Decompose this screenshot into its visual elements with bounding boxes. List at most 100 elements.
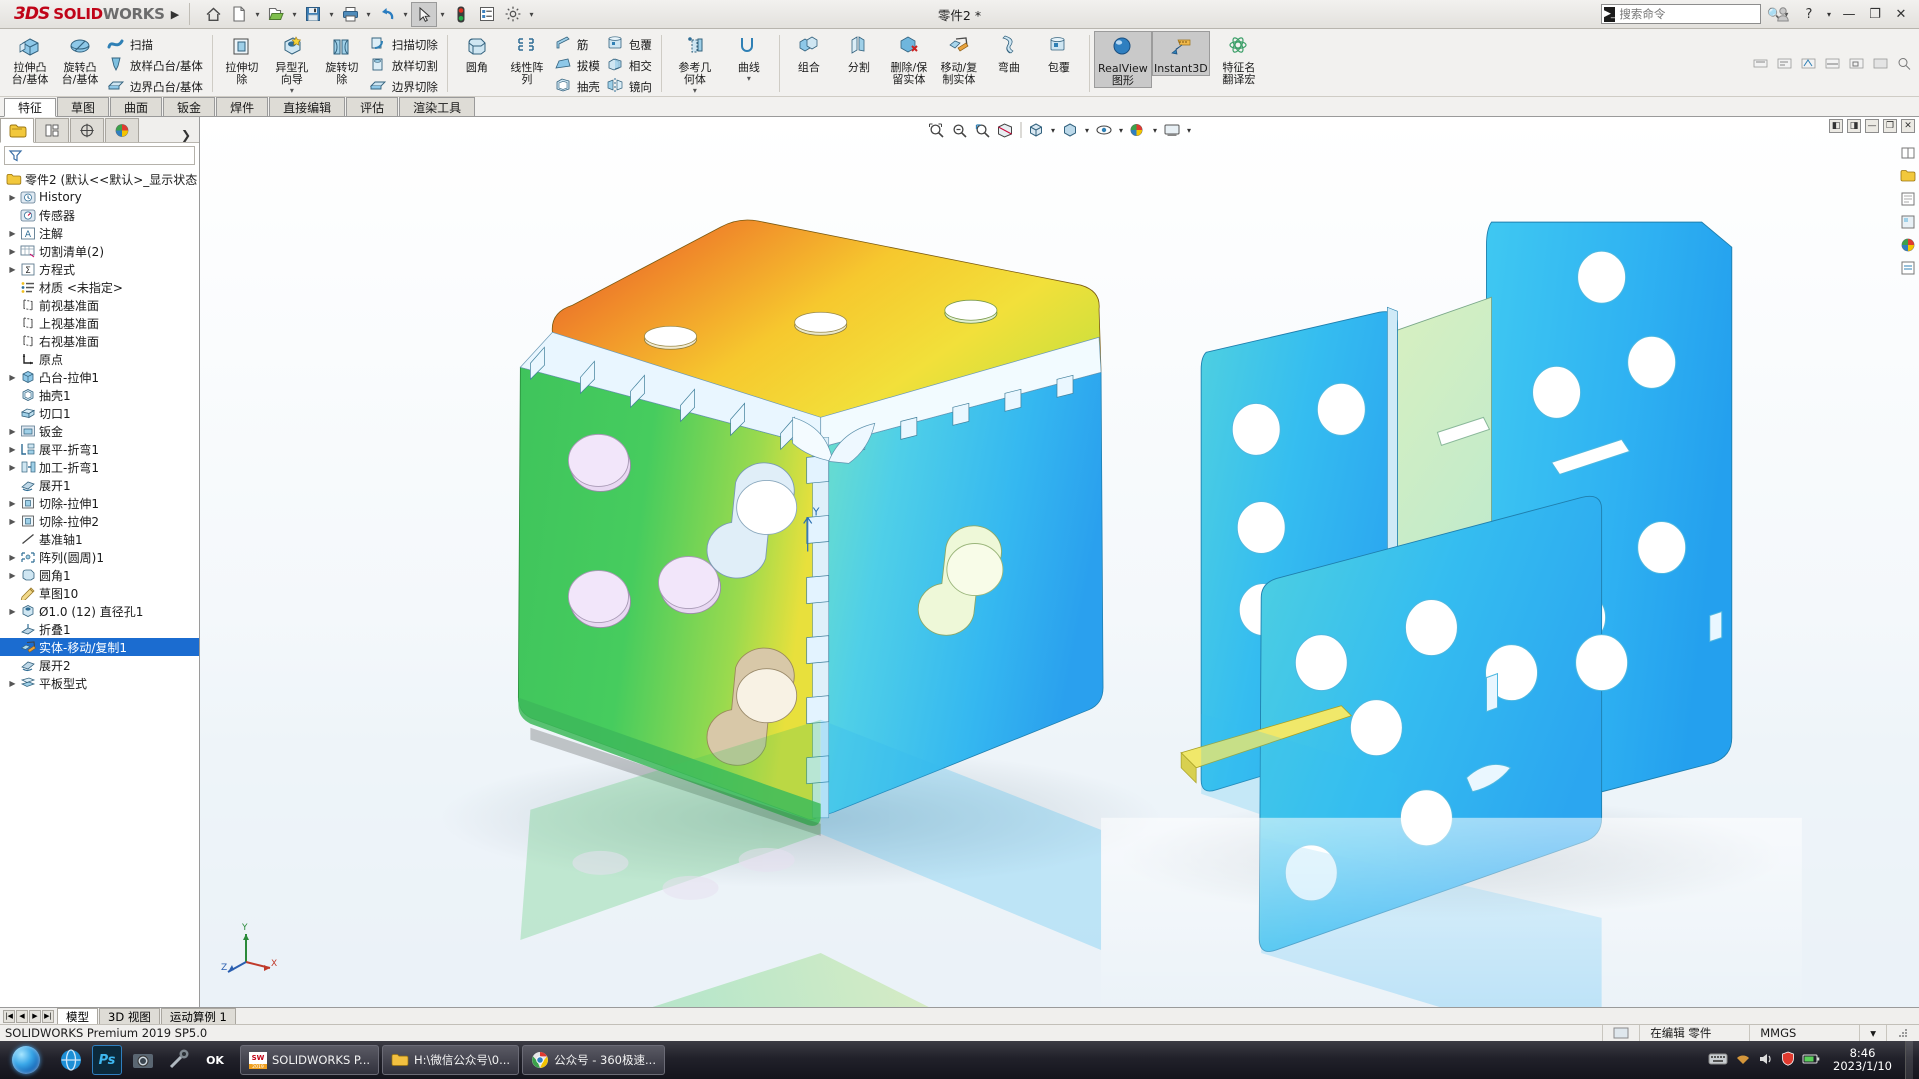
draft-button[interactable]: 拔模 xyxy=(552,55,604,76)
tree-root[interactable]: 零件2 (默认<<默认>_显示状态 1>) xyxy=(0,170,199,188)
tree-item-21[interactable]: ▶ 圆角1 xyxy=(0,566,199,584)
tree-item-11[interactable]: 抽壳1 xyxy=(0,386,199,404)
tab-first-icon[interactable]: |◀ xyxy=(3,1009,15,1023)
apply-scene-icon[interactable] xyxy=(1161,120,1183,141)
feature-manager-tab[interactable] xyxy=(0,118,34,143)
boundary-cut-button[interactable]: 边界切除 xyxy=(367,76,442,97)
tab-sketch[interactable]: 草图 xyxy=(57,97,110,116)
file-explorer-icon[interactable] xyxy=(1898,189,1918,209)
status-resize-grip[interactable] xyxy=(1886,1024,1919,1042)
sweep-button[interactable]: 扫描 xyxy=(105,34,207,55)
gear-icon[interactable] xyxy=(500,2,526,27)
panel-expand-chevron-icon[interactable]: ❯ xyxy=(181,128,199,142)
graphics-area[interactable]: ▾ ▾ ▾ ▾ ▾ ◧ ◨ — ❐ ✕ Y Y X Z xyxy=(200,117,1919,1007)
keyboard-icon[interactable] xyxy=(1708,1052,1728,1069)
network-icon[interactable] xyxy=(1735,1052,1751,1069)
curve-button[interactable]: 曲线 ▾ xyxy=(724,31,774,85)
bottom-tab-model[interactable]: 模型 xyxy=(57,1008,98,1024)
3d-model-viewport[interactable]: Y xyxy=(200,117,1919,1007)
reference-geometry-button[interactable]: 参考几 何体 ▾ xyxy=(666,31,724,97)
photoshop-icon[interactable]: Ps xyxy=(92,1045,122,1075)
fillet-button[interactable]: 圆角 xyxy=(452,31,502,74)
tree-item-19[interactable]: 基准轴1 xyxy=(0,530,199,548)
tool-icon[interactable] xyxy=(164,1045,194,1075)
loft-boss-button[interactable]: 放样凸台/基体 xyxy=(105,55,207,76)
help-icon[interactable]: ? xyxy=(1797,3,1821,25)
search-input[interactable] xyxy=(1619,7,1766,21)
tree-expand-chevron-icon[interactable]: ▶ xyxy=(6,607,19,616)
select-arrow-icon[interactable] xyxy=(411,1,437,27)
split-button[interactable]: 分割 xyxy=(834,31,884,74)
hide-show-caret-icon[interactable]: ▾ xyxy=(1116,126,1126,135)
intersect-button[interactable]: 相交 xyxy=(604,55,656,76)
start-button[interactable] xyxy=(0,1041,52,1079)
tree-item-9[interactable]: 原点 xyxy=(0,350,199,368)
display-style-icon[interactable] xyxy=(1059,120,1081,141)
undo-caret-icon[interactable]: ▾ xyxy=(400,2,411,27)
tree-expand-chevron-icon[interactable]: ▶ xyxy=(6,499,19,508)
tree-expand-chevron-icon[interactable]: ▶ xyxy=(6,193,19,202)
new-document-icon[interactable] xyxy=(226,2,252,27)
show-desktop-button[interactable] xyxy=(1905,1041,1913,1079)
tree-item-27[interactable]: ▶ 平板型式 xyxy=(0,674,199,692)
wrap-button[interactable]: 包覆 xyxy=(604,34,656,55)
tree-item-7[interactable]: 上视基准面 xyxy=(0,314,199,332)
okok-icon[interactable]: OK xyxy=(200,1045,230,1075)
sweep-cut-button[interactable]: 扫描切除 xyxy=(367,34,442,55)
tree-item-1[interactable]: 传感器 xyxy=(0,206,199,224)
taskbar-clock[interactable]: 8:46 2023/1/10 xyxy=(1827,1047,1898,1073)
rebuild-icon[interactable] xyxy=(448,2,474,27)
viewport-restore-left-icon[interactable]: ◧ xyxy=(1829,119,1843,133)
tree-item-14[interactable]: ▶ 展平-折弯1 xyxy=(0,440,199,458)
solidworks-task[interactable]: SW 2019 SOLIDWORKS P... xyxy=(240,1045,380,1075)
open-folder-icon[interactable] xyxy=(263,2,289,27)
status-units[interactable]: MMGS xyxy=(1749,1024,1859,1042)
tree-item-22[interactable]: 草图10 xyxy=(0,584,199,602)
display-style-caret-icon[interactable]: ▾ xyxy=(1082,126,1092,135)
maximize-button[interactable]: ❐ xyxy=(1863,3,1887,25)
tab-evaluate[interactable]: 评估 xyxy=(346,97,399,116)
tree-expand-chevron-icon[interactable]: ▶ xyxy=(6,517,19,526)
combine-button[interactable]: 组合 xyxy=(784,31,834,74)
tree-item-23[interactable]: ▶ Ø1.0 (12) 直径孔1 xyxy=(0,602,199,620)
save-caret-icon[interactable]: ▾ xyxy=(326,2,337,27)
tree-item-16[interactable]: 展开1 xyxy=(0,476,199,494)
account-icon[interactable] xyxy=(1771,3,1795,25)
tree-item-17[interactable]: ▶ 切除-拉伸1 xyxy=(0,494,199,512)
print-icon[interactable] xyxy=(337,2,363,27)
sound-icon[interactable] xyxy=(1758,1052,1774,1069)
tree-item-12[interactable]: 切口1 xyxy=(0,404,199,422)
tree-item-26[interactable]: 展开2 xyxy=(0,656,199,674)
hole-wizard-button[interactable]: 异型孔 向导 ▾ xyxy=(267,31,317,97)
sw-resources-icon[interactable] xyxy=(1898,143,1918,163)
feature-translate-button[interactable]: 特征名 翻译宏 xyxy=(1210,31,1268,86)
appearances-scenes-icon[interactable] xyxy=(1898,235,1918,255)
tree-item-25[interactable]: 实体-移动/复制1 xyxy=(0,638,199,656)
flex-button[interactable]: 弯曲 xyxy=(984,31,1034,74)
tab-weldments[interactable]: 焊件 xyxy=(216,97,269,116)
extrude-cut-button[interactable]: 拉伸切 除 xyxy=(217,31,267,86)
camera-icon[interactable] xyxy=(128,1045,158,1075)
hole-wizard-caret-icon[interactable]: ▾ xyxy=(290,86,294,97)
new-document-caret-icon[interactable]: ▾ xyxy=(252,2,263,27)
datum-icon[interactable] xyxy=(1845,53,1867,73)
rib-button[interactable]: 筋 xyxy=(552,34,604,55)
viewport-close-button[interactable]: ✕ xyxy=(1901,119,1915,133)
delete-keep-body-button[interactable]: 删除/保 留实体 xyxy=(884,31,934,86)
display-manager-tab[interactable] xyxy=(105,118,139,142)
view-orientation-icon[interactable] xyxy=(1025,120,1047,141)
tree-item-5[interactable]: 材质 <未指定> xyxy=(0,278,199,296)
browser-icon[interactable] xyxy=(56,1045,86,1075)
viewport-maximize-button[interactable]: ❐ xyxy=(1883,119,1897,133)
hide-show-icon[interactable] xyxy=(1093,120,1115,141)
tree-item-18[interactable]: ▶ 切除-拉伸2 xyxy=(0,512,199,530)
tree-item-2[interactable]: ▶ A 注解 xyxy=(0,224,199,242)
tab-features[interactable]: 特征 xyxy=(4,98,57,117)
previous-view-icon[interactable] xyxy=(971,120,993,141)
save-icon[interactable] xyxy=(300,2,326,27)
surface-finish-icon[interactable] xyxy=(1797,53,1819,73)
magnify-icon[interactable] xyxy=(1893,53,1915,73)
tree-expand-chevron-icon[interactable]: ▶ xyxy=(6,373,19,382)
tree-item-4[interactable]: ▶ Σ 方程式 xyxy=(0,260,199,278)
tab-render-tools[interactable]: 渲染工具 xyxy=(399,97,476,116)
